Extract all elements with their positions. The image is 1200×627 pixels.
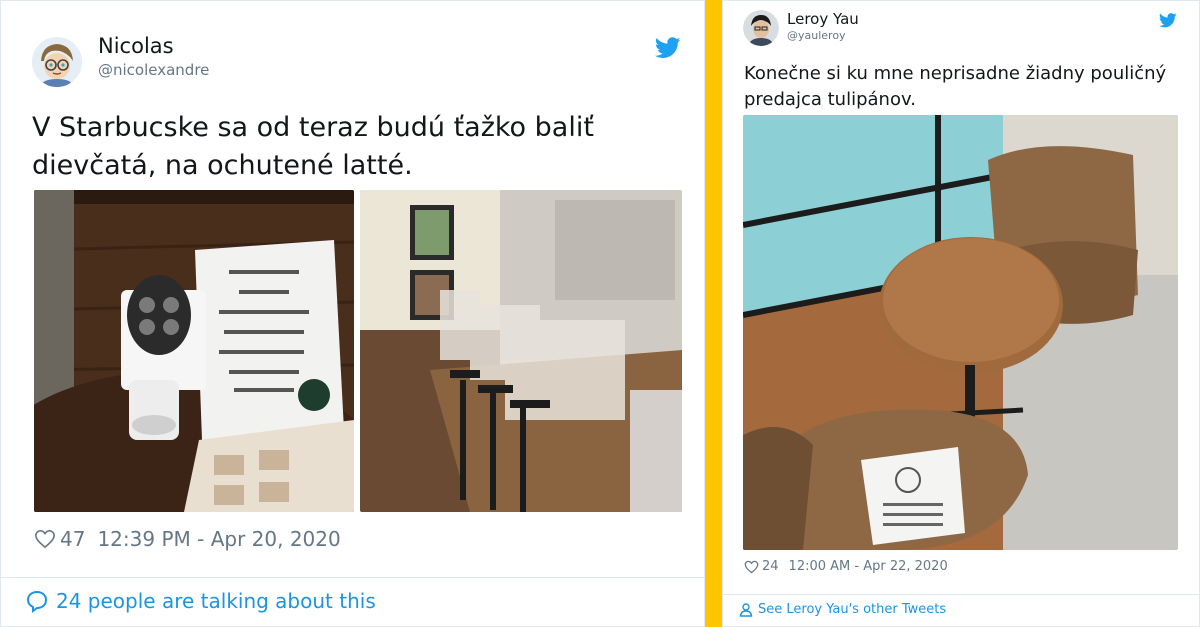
avatar-nicolas[interactable] <box>32 37 82 87</box>
see-more-label[interactable]: See Leroy Yau's other Tweets <box>758 602 946 617</box>
tweet-photo-sanitizer[interactable] <box>34 190 354 512</box>
person-icon <box>739 602 753 617</box>
conversation-link[interactable]: 24 people are talking about this <box>25 589 376 613</box>
like-count[interactable]: 24 <box>762 559 779 574</box>
avatar-leroy[interactable] <box>743 10 779 46</box>
divider <box>723 594 1199 595</box>
heart-icon[interactable] <box>744 560 759 574</box>
twitter-bird-icon[interactable] <box>1159 13 1177 28</box>
author-handle[interactable]: @nicolexandre <box>98 61 209 79</box>
author-handle[interactable]: @yauleroy <box>787 29 846 42</box>
author-name[interactable]: Nicolas <box>98 34 174 58</box>
tweet-photo-counter[interactable] <box>360 190 682 512</box>
tweet-meta: 24 12:00 AM - Apr 22, 2020 <box>744 559 948 574</box>
tweet-text-line-2: predajca tulipánov. <box>744 89 916 110</box>
tweet-card-leroy: Leroy Yau @yauleroy Konečne si ku mne ne… <box>722 0 1200 627</box>
tweet-text-line-1: V Starbucske sa od teraz budú ťažko bali… <box>32 112 594 143</box>
tweet-text-line-2: dievčatá, na ochutené latté. <box>32 150 413 181</box>
like-count[interactable]: 47 <box>60 527 85 551</box>
tweet-photo-table[interactable] <box>743 115 1178 550</box>
author-name[interactable]: Leroy Yau <box>787 10 859 28</box>
divider <box>1 577 704 578</box>
tweet-card-nicolas: Nicolas @nicolexandre V Starbucske sa od… <box>0 0 705 627</box>
conversation-label[interactable]: 24 people are talking about this <box>56 589 376 613</box>
tweet-timestamp[interactable]: 12:00 AM - Apr 22, 2020 <box>789 559 948 574</box>
speech-bubble-icon <box>26 590 48 613</box>
tweet-timestamp[interactable]: 12:39 PM - Apr 20, 2020 <box>97 527 340 551</box>
twitter-bird-icon[interactable] <box>655 37 681 59</box>
see-more-link[interactable]: See Leroy Yau's other Tweets <box>739 602 946 617</box>
heart-icon[interactable] <box>34 529 56 549</box>
tweet-meta: 47 12:39 PM - Apr 20, 2020 <box>34 527 341 551</box>
tweet-text-line-1: Konečne si ku mne neprisadne žiadny poul… <box>744 63 1167 84</box>
